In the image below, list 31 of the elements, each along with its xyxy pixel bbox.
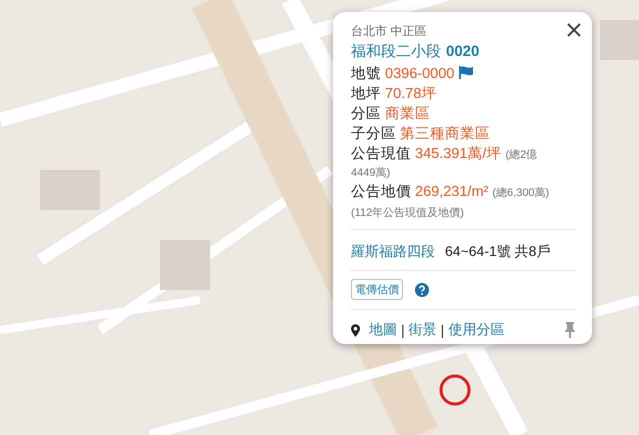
field-label: 地坪 xyxy=(351,86,381,102)
separator-text: | xyxy=(440,322,444,338)
parcel-number: 0020 xyxy=(446,43,480,60)
estimate-button[interactable]: 電傳估價 xyxy=(351,279,403,300)
separator-text: | xyxy=(401,322,405,338)
total-note: (總6,300萬) xyxy=(492,187,550,199)
field-label: 分區 xyxy=(351,106,381,122)
total-note: 4449萬) xyxy=(351,166,390,181)
field-value: 第三種商業區 xyxy=(400,126,490,142)
field-label: 子分區 xyxy=(351,126,396,142)
field-label: 公告現值 xyxy=(351,146,411,162)
help-icon[interactable] xyxy=(415,282,429,296)
popup-link[interactable]: 地圖 xyxy=(369,321,397,339)
field-value: 345.391萬/坪 xyxy=(415,146,502,162)
address-text: 64~64-1號 共8戶 xyxy=(445,243,550,259)
parcel-name: 福和段二小段 xyxy=(351,43,441,60)
field-label: 公告地價 xyxy=(351,184,411,200)
total-note: (總2億 xyxy=(505,149,538,161)
location-pin-icon xyxy=(351,324,360,336)
flag-icon[interactable] xyxy=(459,66,474,79)
field-value: 70.78坪 xyxy=(385,86,436,102)
field-label: 地號 xyxy=(351,66,381,82)
field-value: 269,231/m² xyxy=(415,184,488,200)
pushpin-icon[interactable] xyxy=(564,322,576,338)
footnote-text: (112年公告現值及地價) xyxy=(351,205,576,230)
popup-link[interactable]: 使用分區 xyxy=(448,321,504,339)
district-text: 台北市 中正區 xyxy=(351,23,428,40)
road-link[interactable]: 羅斯福路四段 xyxy=(351,243,435,259)
popup-link[interactable]: 街景 xyxy=(408,321,437,339)
field-value: 0396-0000 xyxy=(385,66,454,82)
field-value: 商業區 xyxy=(385,106,430,122)
